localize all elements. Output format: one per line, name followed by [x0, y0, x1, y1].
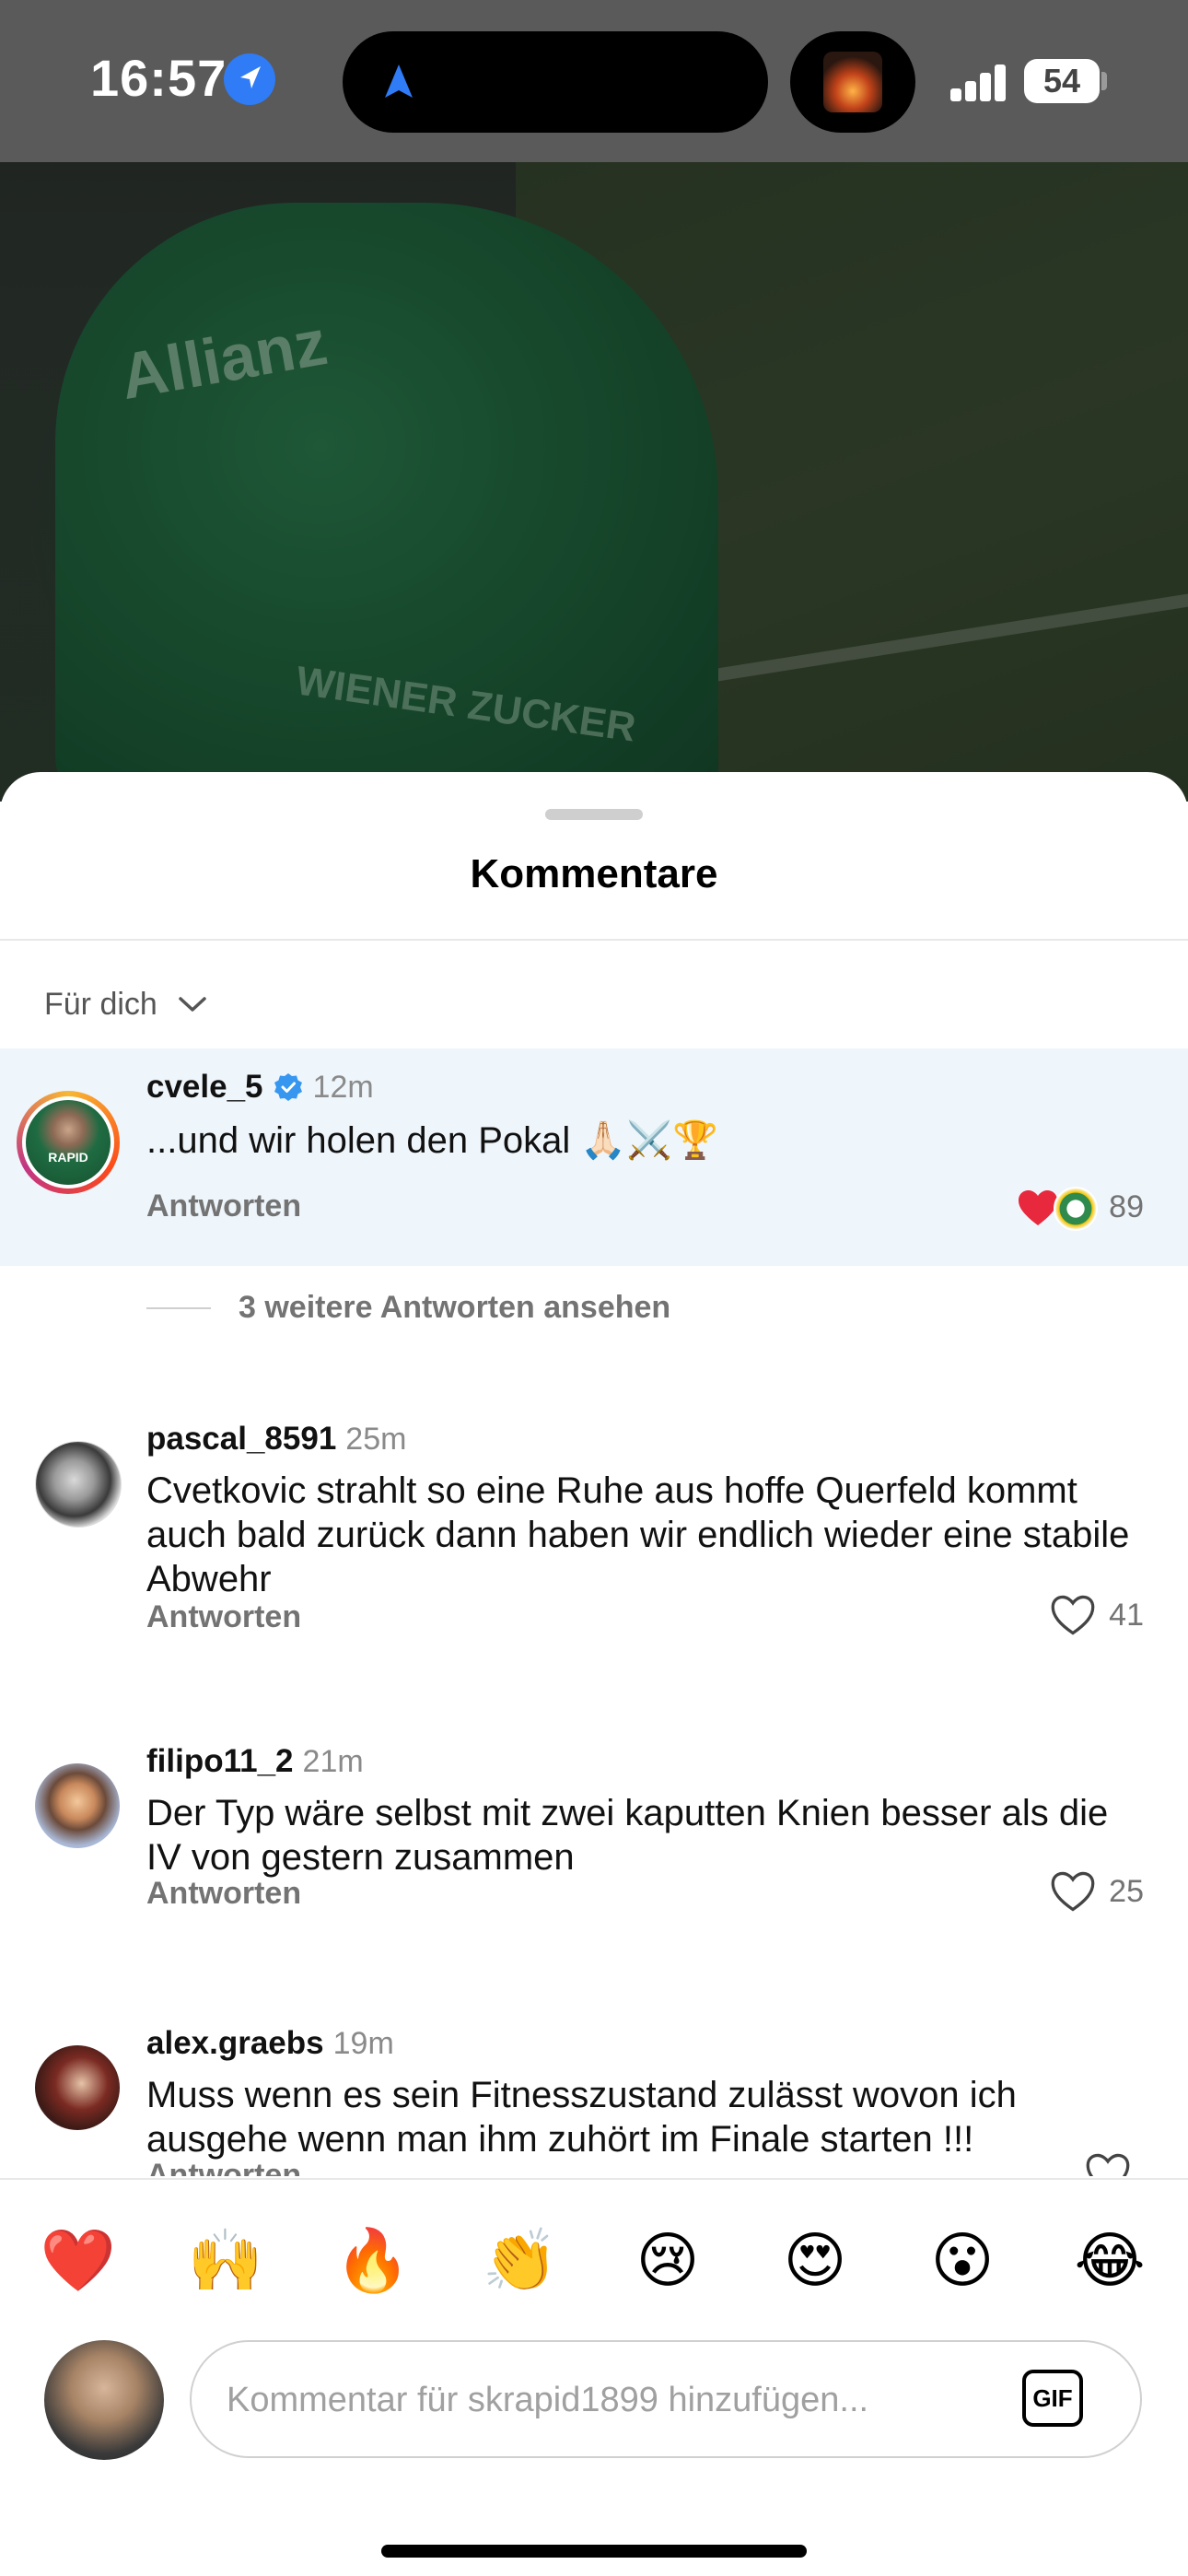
emoji-button[interactable]: 👏: [479, 2219, 562, 2301]
like-button[interactable]: 25: [1050, 1870, 1144, 1913]
gif-button[interactable]: GIF: [1022, 2370, 1083, 2427]
comment-username[interactable]: pascal_8591: [146, 1421, 336, 1458]
signal-icon: [950, 64, 1007, 101]
avatar-text: RAPID: [48, 1150, 88, 1165]
like-button[interactable]: [1085, 2152, 1144, 2176]
emoji-quick-bar: ❤️ 🙌 🔥 👏 😢 😍 😮 😂: [37, 2219, 1151, 2301]
avatar[interactable]: RAPID: [17, 1091, 120, 1194]
navigation-icon: [385, 64, 413, 98]
comment-input[interactable]: [225, 2342, 965, 2458]
avatar[interactable]: [35, 1441, 122, 1528]
battery-cap: [1101, 72, 1107, 90]
comment-username[interactable]: alex.graebs: [146, 2025, 324, 2062]
emoji-button[interactable]: ❤️: [37, 2219, 120, 2301]
author-avatar-mini: [1054, 1187, 1099, 1231]
status-time: 16:57: [90, 49, 227, 107]
sheet-grabber[interactable]: [545, 809, 643, 820]
avatar[interactable]: [35, 1763, 120, 1848]
comment-item: pascal_8591 25m Cvetkovic strahlt so ein…: [0, 1399, 1188, 1675]
comment-timestamp: 21m: [302, 1743, 364, 1779]
sort-dropdown[interactable]: Für dich: [44, 977, 207, 1032]
comment-item: RAPID cvele_5 12m ...und wir holen den P…: [0, 1048, 1188, 1266]
dynamic-island[interactable]: [343, 31, 768, 133]
chevron-down-icon: [179, 997, 206, 1012]
reply-button[interactable]: Antworten: [146, 1599, 301, 1635]
comment-composer: GIF: [190, 2340, 1142, 2458]
like-count: 41: [1109, 1597, 1144, 1633]
heart-icon: [1051, 1595, 1095, 1635]
home-indicator: [381, 2545, 807, 2558]
view-more-replies-label: 3 weitere Antworten ansehen: [239, 1290, 671, 1325]
emoji-button[interactable]: 😍: [774, 2219, 856, 2301]
reply-button[interactable]: Antworten: [146, 1876, 301, 1912]
comment-text: Der Typ wäre selbst mit zwei kaputten Kn…: [146, 1793, 1109, 1878]
status-bar: 16:57 54: [0, 0, 1188, 162]
divider: [0, 939, 1188, 941]
comment-username[interactable]: cvele_5: [146, 1069, 263, 1106]
live-activity-thumbnail[interactable]: [790, 31, 915, 133]
comment-text: ...und wir holen den Pokal 🙏🏻⚔️🏆: [146, 1120, 718, 1161]
heart-icon: [1051, 1871, 1095, 1912]
like-count: 89: [1109, 1188, 1144, 1224]
emoji-button[interactable]: 😢: [626, 2219, 709, 2301]
comment-timestamp: 12m: [312, 1069, 374, 1105]
avatar[interactable]: [35, 2045, 120, 2130]
sheet-title: Kommentare: [470, 851, 718, 896]
like-button[interactable]: 41: [1050, 1594, 1144, 1636]
comment-timestamp: 19m: [332, 2025, 394, 2061]
comment-username[interactable]: filipo11_2: [146, 1743, 294, 1780]
emoji-button[interactable]: 🔥: [332, 2219, 414, 2301]
view-more-replies[interactable]: 3 weitere Antworten ansehen: [146, 1290, 670, 1326]
emoji-button[interactable]: 😮: [921, 2219, 1004, 2301]
like-count: 25: [1109, 1873, 1144, 1909]
comment-item: alex.graebs 19m Muss wenn es sein Fitnes…: [0, 2003, 1188, 2176]
emoji-button[interactable]: 🙌: [184, 2219, 267, 2301]
heart-icon: [1086, 2153, 1130, 2176]
comment-text: Muss wenn es sein Fitnesszustand zulässt…: [146, 2075, 1017, 2160]
my-avatar[interactable]: [44, 2340, 164, 2460]
reply-button[interactable]: Antworten: [146, 2158, 301, 2176]
divider: [0, 2178, 1188, 2180]
like-button[interactable]: 89: [1017, 1185, 1144, 1231]
comment-text: Cvetkovic strahlt so eine Ruhe aus hoffe…: [146, 1470, 1130, 1599]
comment-item: filipo11_2 21m Der Typ wäre selbst mit z…: [0, 1721, 1188, 1961]
location-arrow-icon: [224, 53, 275, 105]
verified-badge-icon: [274, 1073, 302, 1101]
sort-label: Für dich: [44, 986, 157, 1022]
emoji-button[interactable]: 😂: [1068, 2219, 1151, 2301]
comments-sheet: Kommentare Für dich RAPID cvele_5 12m ..…: [0, 772, 1188, 2576]
comment-timestamp: 25m: [345, 1421, 407, 1457]
reply-button[interactable]: Antworten: [146, 1188, 301, 1224]
battery-icon: 54: [1024, 59, 1100, 103]
